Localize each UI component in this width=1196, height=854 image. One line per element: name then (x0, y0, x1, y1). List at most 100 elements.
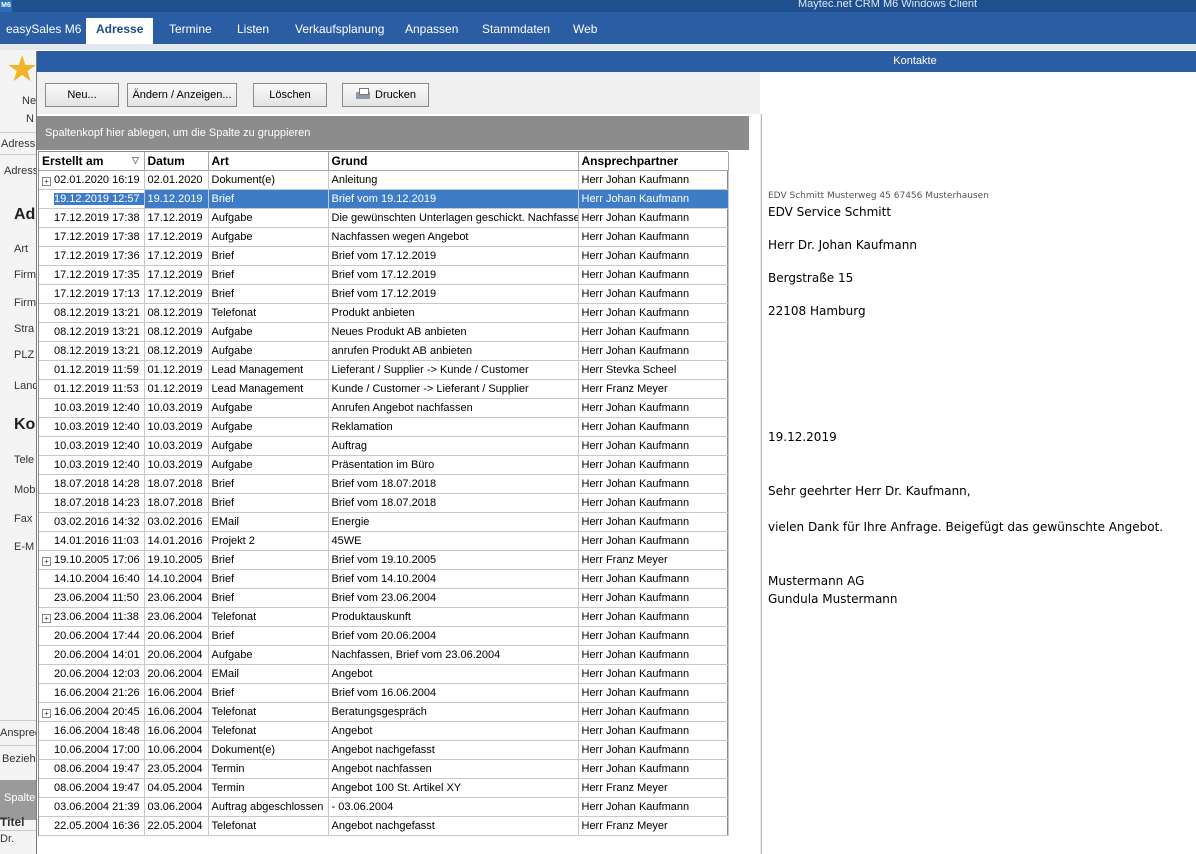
cell-type[interactable]: Telefonat (208, 721, 329, 741)
cell-contact[interactable]: Herr Johan Kaufmann (578, 626, 729, 646)
cell-contact[interactable]: Herr Johan Kaufmann (578, 265, 729, 285)
table-row[interactable]: 14.01.2016 11:03 14.01.2016 Projekt 2 45WE H… (39, 531, 729, 551)
cell-type[interactable]: EMail (208, 512, 329, 532)
star-icon[interactable]: ★ (6, 50, 36, 90)
cell-contact[interactable]: Herr Franz Meyer (578, 816, 729, 836)
expand-icon[interactable]: + (42, 556, 51, 566)
table-row[interactable]: 19.12.2019 12:57 19.12.2019 Brief Brief vom… (39, 189, 729, 209)
cell-reason[interactable]: Präsentation im Büro (328, 455, 579, 475)
cell-contact[interactable]: Herr Johan Kaufmann (578, 740, 729, 760)
print-button[interactable]: Drucken (342, 83, 429, 107)
cell-type[interactable]: Dokument(e) (208, 740, 329, 760)
column-header-created[interactable]: Erstellt am ▽ (39, 152, 145, 171)
cell-reason[interactable]: Auftrag (328, 436, 579, 456)
table-row[interactable]: 10.03.2019 12:40 10.03.2019 Aufgabe Auftrag… (39, 436, 729, 456)
table-row[interactable]: 20.06.2004 12:03 20.06.2004 EMail Angebot He… (39, 664, 729, 684)
cell-date[interactable]: 17.12.2019 (144, 208, 209, 228)
table-row[interactable]: 17.12.2019 17:38 17.12.2019 Aufgabe Nachfas… (39, 227, 729, 247)
cell-reason[interactable]: Brief vom 17.12.2019 (328, 246, 579, 266)
tab-anpassen[interactable]: Anpassen (405, 18, 458, 44)
table-row[interactable]: 08.06.2004 19:47 04.05.2004 Termin Angebot … (39, 778, 729, 798)
cell-reason[interactable]: Brief vom 17.12.2019 (328, 265, 579, 285)
cell-type[interactable]: Aufgabe (208, 398, 329, 418)
cell-type[interactable]: Projekt 2 (208, 531, 329, 551)
cell-type[interactable]: Aufgabe (208, 417, 329, 437)
cell-contact[interactable]: Herr Johan Kaufmann (578, 493, 729, 513)
cell-created[interactable]: 08.06.2004 19:47 (39, 759, 145, 779)
expand-icon[interactable]: + (42, 708, 51, 718)
tab-verkaufsplanung[interactable]: Verkaufsplanung (295, 18, 384, 44)
expand-icon[interactable]: + (42, 613, 51, 623)
group-by-area[interactable]: Spaltenkopf hier ablegen, um die Spalte … (37, 116, 749, 150)
cell-type[interactable]: Auftrag abgeschlossen (208, 797, 329, 817)
cell-type[interactable]: Brief (208, 189, 329, 209)
cell-type[interactable]: Brief (208, 246, 329, 266)
cell-date[interactable]: 22.05.2004 (144, 816, 209, 836)
cell-contact[interactable]: Herr Johan Kaufmann (578, 531, 729, 551)
cell-contact[interactable]: Herr Johan Kaufmann (578, 683, 729, 703)
cell-created[interactable]: 17.12.2019 17:38 (39, 208, 145, 228)
cell-reason[interactable]: Angebot nachgefasst (328, 740, 579, 760)
cell-type[interactable]: Termin (208, 778, 329, 798)
cell-reason[interactable]: Die gewünschten Unterlagen geschickt. Na… (328, 208, 579, 228)
cell-type[interactable]: Telefonat (208, 816, 329, 836)
cell-date[interactable]: 16.06.2004 (144, 683, 209, 703)
cell-reason[interactable]: Energie (328, 512, 579, 532)
column-title-header[interactable]: Titel (0, 815, 24, 829)
table-row[interactable]: 08.12.2019 13:21 08.12.2019 Aufgabe anrufen… (39, 341, 729, 361)
cell-date[interactable]: 04.05.2004 (144, 778, 209, 798)
cell-reason[interactable]: Brief vom 23.06.2004 (328, 588, 579, 608)
cell-reason[interactable]: Angebot 100 St. Artikel XY (328, 778, 579, 798)
cell-contact[interactable]: Herr Johan Kaufmann (578, 607, 729, 627)
cell-reason[interactable]: Nachfassen wegen Angebot (328, 227, 579, 247)
cell-type[interactable]: Aufgabe (208, 227, 329, 247)
tab-adressprofil[interactable]: Adressp (1, 138, 36, 150)
cell-type[interactable]: Termin (208, 759, 329, 779)
cell-date[interactable]: 16.06.2004 (144, 721, 209, 741)
cell-date[interactable]: 14.10.2004 (144, 569, 209, 589)
cell-created[interactable]: 18.07.2018 14:28 (39, 474, 145, 494)
tab-termine[interactable]: Termine (169, 18, 212, 44)
cell-reason[interactable]: Brief vom 20.06.2004 (328, 626, 579, 646)
delete-button[interactable]: Löschen (253, 83, 327, 107)
cell-reason[interactable]: Reklamation (328, 417, 579, 437)
table-row[interactable]: 03.02.2016 14:32 03.02.2016 EMail Energie He… (39, 512, 729, 532)
cell-type[interactable]: Aufgabe (208, 322, 329, 342)
cell-created[interactable]: 08.06.2004 19:47 (39, 778, 145, 798)
cell-date[interactable]: 01.12.2019 (144, 360, 209, 380)
cell-reason[interactable]: anrufen Produkt AB anbieten (328, 341, 579, 361)
cell-type[interactable]: Aufgabe (208, 208, 329, 228)
cell-reason[interactable]: 45WE (328, 531, 579, 551)
table-row[interactable]: 20.06.2004 17:44 20.06.2004 Brief Brief vom… (39, 626, 729, 646)
cell-type[interactable]: Telefonat (208, 607, 329, 627)
tab-stammdaten[interactable]: Stammdaten (482, 18, 550, 44)
table-row[interactable]: 10.03.2019 12:40 10.03.2019 Aufgabe Präsent… (39, 455, 729, 475)
cell-created[interactable]: 14.01.2016 11:03 (39, 531, 145, 551)
cell-date[interactable]: 17.12.2019 (144, 227, 209, 247)
cell-date[interactable]: 10.06.2004 (144, 740, 209, 760)
cell-created[interactable]: 08.12.2019 13:21 (39, 322, 145, 342)
cell-contact[interactable]: Herr Johan Kaufmann (578, 588, 729, 608)
cell-type[interactable]: Telefonat (208, 303, 329, 323)
cell-date[interactable]: 20.06.2004 (144, 664, 209, 684)
table-row[interactable]: 17.12.2019 17:38 17.12.2019 Aufgabe Die gew… (39, 208, 729, 228)
cell-contact[interactable]: Herr Franz Meyer (578, 778, 729, 798)
table-row[interactable]: 22.05.2004 16:36 22.05.2004 Telefonat Angeb… (39, 816, 729, 836)
tab-easysales[interactable]: easySales M6 (6, 18, 81, 44)
cell-created[interactable]: 16.06.2004 18:48 (39, 721, 145, 741)
cell-date[interactable]: 01.12.2019 (144, 379, 209, 399)
cell-reason[interactable]: Neues Produkt AB anbieten (328, 322, 579, 342)
new-button[interactable]: Neu... (45, 83, 119, 107)
cell-date[interactable]: 08.12.2019 (144, 303, 209, 323)
cell-created[interactable]: 17.12.2019 17:38 (39, 227, 145, 247)
table-row[interactable]: 01.12.2019 11:59 01.12.2019 Lead Managemen… (39, 360, 729, 380)
cell-reason[interactable]: - 03.06.2004 (328, 797, 579, 817)
cell-created[interactable]: 10.03.2019 12:40 (39, 417, 145, 437)
cell-created[interactable]: 14.10.2004 16:40 (39, 569, 145, 589)
cell-created[interactable]: +19.10.2005 17:06 (39, 550, 145, 570)
cell-created[interactable]: 20.06.2004 12:03 (39, 664, 145, 684)
cell-created[interactable]: 16.06.2004 21:26 (39, 683, 145, 703)
tab-web[interactable]: Web (573, 18, 597, 44)
table-row[interactable]: +16.06.2004 20:45 16.06.2004 Telefonat Bera… (39, 702, 729, 722)
cell-date[interactable]: 17.12.2019 (144, 284, 209, 304)
